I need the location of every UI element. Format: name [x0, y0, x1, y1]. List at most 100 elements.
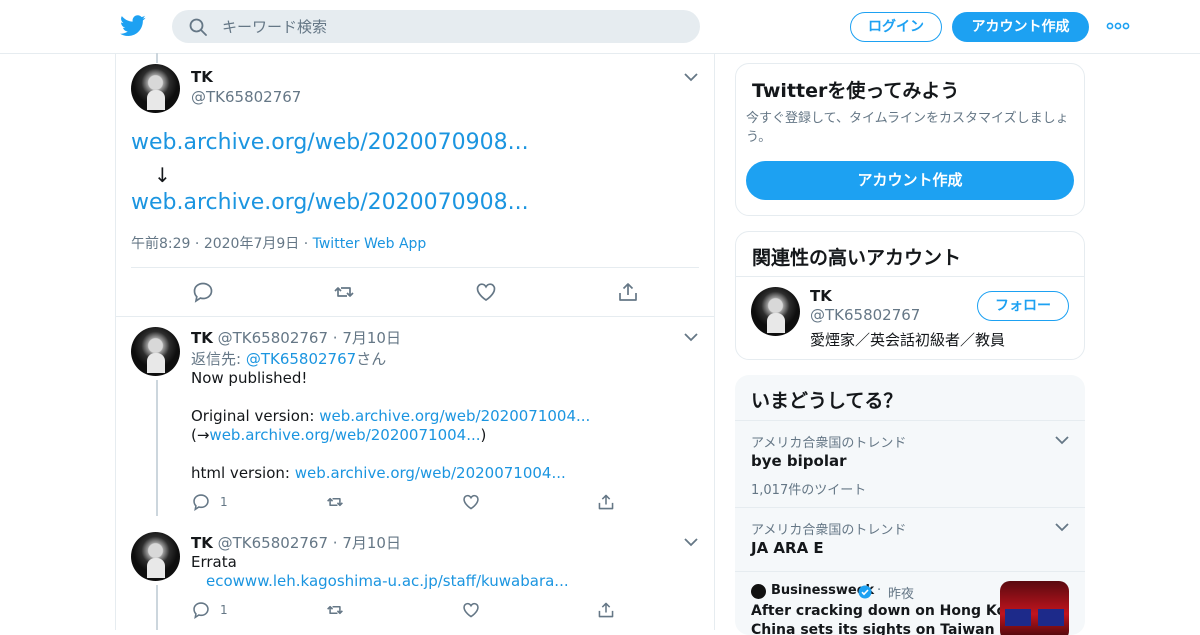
tweet-text-line: html version: web.archive.org/web/202007…	[191, 464, 566, 482]
reply-count: 1	[220, 495, 228, 509]
tweet-author-handle[interactable]: @TK65802767	[218, 329, 328, 347]
like-icon[interactable]	[462, 493, 480, 511]
avatar[interactable]	[131, 64, 180, 113]
trend-context: アメリカ合衆国のトレンド	[751, 523, 907, 538]
news-headline[interactable]: China sets its sights on Taiwan	[751, 622, 995, 635]
tweet-link[interactable]: web.archive.org/web/2020071004...	[319, 407, 590, 425]
thread-connector-line	[156, 53, 158, 63]
trend-count: 1,017件のツイート	[751, 483, 867, 498]
tweet-time[interactable]: 午前8:29	[131, 236, 190, 252]
tweet-date[interactable]: 7月10日	[342, 534, 401, 552]
tweet-timestamp: 午前8:29 · 2020年7月9日 · Twitter Web App	[131, 233, 426, 253]
signup-button[interactable]: アカウント作成	[952, 12, 1089, 42]
tweet-text: Errata	[191, 553, 237, 571]
tweet-source-link[interactable]: Twitter Web App	[313, 236, 427, 252]
separator-dot: ·	[877, 583, 882, 598]
trend-item[interactable]: アメリカ合衆国のトレンド bye bipolar 1,017件のツイート	[735, 420, 1085, 507]
chevron-down-icon[interactable]	[684, 538, 698, 547]
tweet-link[interactable]: web.archive.org/web/2020070908...	[131, 190, 529, 215]
search-input[interactable]	[222, 10, 682, 43]
separator-dot: ·	[194, 236, 200, 252]
account-name[interactable]: TK	[810, 287, 832, 305]
reply-prefix: 返信先:	[191, 350, 246, 368]
reply-to-handle[interactable]: @TK65802767	[246, 350, 356, 368]
timeline-column: TK @TK65802767 web.archive.org/web/20200…	[115, 53, 715, 630]
paren-close: )	[480, 426, 487, 444]
top-navigation-bar: ログイン アカウント作成	[0, 0, 1200, 54]
news-headline[interactable]: After cracking down on Hong Kong,	[751, 603, 1031, 619]
trend-name[interactable]: JA ARA E	[751, 539, 824, 557]
tweet-text: Now published!	[191, 369, 308, 387]
news-thumbnail[interactable]	[1000, 581, 1069, 635]
thread-connector-line	[156, 380, 158, 516]
divider	[116, 316, 714, 317]
chevron-down-icon[interactable]	[1055, 436, 1069, 445]
tweet-text-line: (→web.archive.org/web/2020071004...)	[191, 426, 486, 444]
account-handle[interactable]: @TK65802767	[810, 306, 920, 324]
divider	[131, 267, 699, 268]
card-description: 今すぐ登録して、タイムラインをカスタマイズしましょう。	[746, 111, 1069, 145]
retweet-icon[interactable]	[326, 601, 344, 619]
tweet-author-handle[interactable]: @TK65802767	[218, 534, 328, 552]
card-title: Twitterを使ってみよう	[752, 80, 960, 102]
reply-count: 1	[220, 603, 228, 617]
avatar[interactable]	[131, 327, 180, 376]
verified-badge-icon	[858, 585, 872, 599]
trends-card: いまどうしてる？ アメリカ合衆国のトレンド bye bipolar 1,017件…	[735, 375, 1085, 635]
share-icon[interactable]	[617, 281, 639, 303]
retweet-icon[interactable]	[333, 281, 355, 303]
tweet-link[interactable]: web.archive.org/web/2020071004...	[295, 464, 566, 482]
card-title: いまどうしてる？	[751, 390, 903, 412]
reply-icon[interactable]	[192, 281, 214, 303]
flag-icon	[1038, 609, 1064, 626]
related-accounts-card: 関連性の高いアカウント TK @TK65802767 愛煙家／英会話初級者／教員…	[735, 231, 1085, 360]
chevron-down-icon[interactable]	[684, 73, 698, 82]
trend-context: アメリカ合衆国のトレンド	[751, 436, 907, 451]
reply-icon[interactable]	[192, 601, 210, 619]
tweet-link[interactable]: ecowww.leh.kagoshima-u.ac.jp/staff/kuwab…	[206, 572, 569, 590]
tweet-link[interactable]: web.archive.org/web/2020071004...	[209, 426, 480, 444]
login-button[interactable]: ログイン	[850, 12, 942, 42]
thread-connector-line	[156, 585, 158, 630]
trend-item[interactable]: アメリカ合衆国のトレンド JA ARA E	[735, 507, 1085, 571]
flag-icon	[1005, 609, 1031, 626]
paren-open: (→	[191, 426, 210, 444]
chevron-down-icon[interactable]	[1055, 523, 1069, 532]
tweet-author-handle[interactable]: @TK65802767	[191, 88, 301, 106]
avatar[interactable]	[131, 532, 180, 581]
tweet-author-name[interactable]: TK	[191, 329, 213, 347]
news-time: 昨夜	[888, 587, 915, 602]
tweet-author-name[interactable]: TK	[191, 534, 213, 552]
html-version-label: html version:	[191, 464, 295, 482]
search-bar[interactable]	[172, 10, 700, 43]
signup-button[interactable]: アカウント作成	[746, 161, 1074, 200]
share-icon[interactable]	[597, 493, 615, 511]
follow-button[interactable]: フォロー	[977, 291, 1069, 321]
search-icon	[189, 18, 207, 36]
twitter-logo-icon[interactable]	[120, 14, 146, 38]
card-title: 関連性の高いアカウント	[752, 247, 962, 269]
tweet-link[interactable]: web.archive.org/web/2020070908...	[131, 130, 529, 155]
separator-dot: ·	[303, 236, 309, 252]
reply-icon[interactable]	[192, 493, 210, 511]
share-icon[interactable]	[597, 601, 615, 619]
account-bio: 愛煙家／英会話初級者／教員	[810, 331, 1006, 349]
chevron-down-icon[interactable]	[684, 333, 698, 342]
like-icon[interactable]	[462, 601, 480, 619]
tweet-date[interactable]: 2020年7月9日	[204, 236, 299, 252]
news-source-avatar	[751, 584, 766, 599]
trend-name[interactable]: bye bipolar	[751, 452, 847, 470]
tweet-date[interactable]: 7月10日	[342, 329, 401, 347]
separator-dot: ·	[332, 329, 338, 347]
tweet-text-arrow: ↓	[154, 163, 171, 187]
tweet-text-line: Original version: web.archive.org/web/20…	[191, 407, 590, 425]
reply-context: 返信先: @TK65802767さん	[191, 348, 386, 369]
retweet-icon[interactable]	[326, 493, 344, 511]
like-icon[interactable]	[475, 281, 497, 303]
divider	[736, 276, 1084, 277]
tweet-author-name[interactable]: TK	[191, 68, 213, 86]
more-options-icon[interactable]	[1106, 22, 1130, 30]
reply-suffix: さん	[356, 350, 387, 368]
signup-prompt-card: Twitterを使ってみよう 今すぐ登録して、タイムラインをカスタマイズしましょ…	[735, 63, 1085, 216]
avatar[interactable]	[751, 287, 800, 336]
